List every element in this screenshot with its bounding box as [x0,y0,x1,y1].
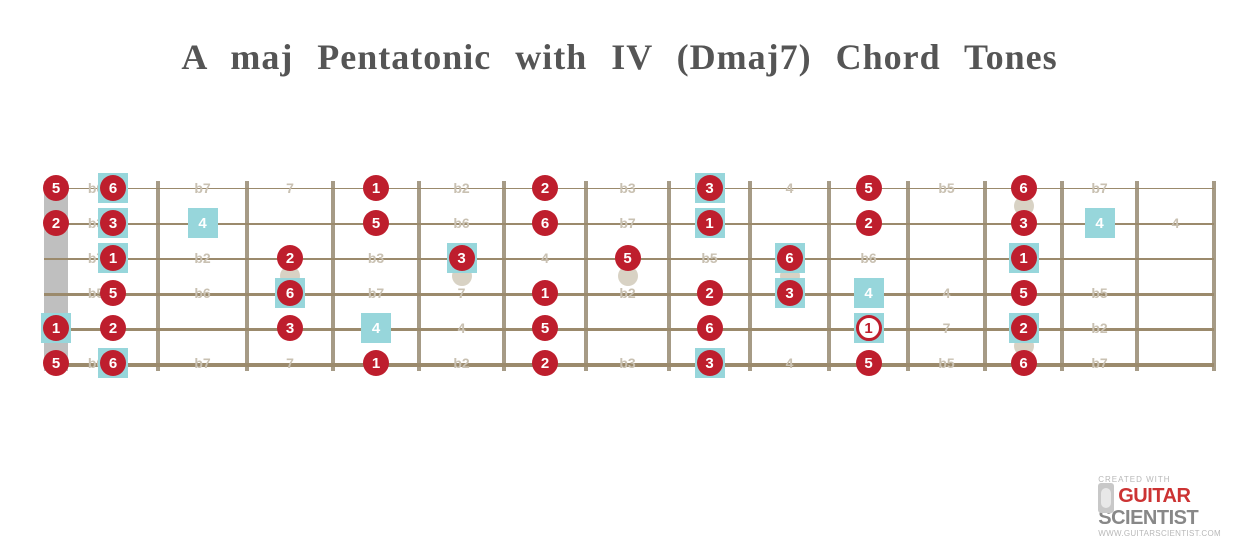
scale-note: 1 [856,315,882,341]
scale-note: 6 [100,175,126,201]
fret-wire [983,181,987,371]
scale-note: 5 [856,350,882,376]
scale-note: 1 [532,280,558,306]
fret-wire [827,181,831,371]
scale-note: 5 [363,210,389,236]
scale-note: 1 [100,245,126,271]
watermark-line: WWW.GUITARSCIENTIST.COM [1098,530,1221,538]
scale-note: 6 [697,315,723,341]
fret-wire [1212,181,1216,371]
watermark-line: SCIENTIST [1098,509,1221,528]
string-line [44,188,1214,189]
scale-note: 1 [1011,245,1037,271]
scale-note: 2 [697,280,723,306]
scale-note: 5 [43,350,69,376]
scale-note: 5 [43,175,69,201]
scale-note: 2 [100,315,126,341]
scale-note: 3 [777,280,803,306]
chord-tone-label: 4 [363,315,389,341]
scale-note: 6 [277,280,303,306]
scale-note: 6 [1011,175,1037,201]
scale-note: 6 [777,245,803,271]
scale-note: 5 [532,315,558,341]
scale-note: 1 [363,175,389,201]
scale-note: 6 [532,210,558,236]
scale-note: 2 [532,350,558,376]
fret-wire [502,181,506,371]
fret-wire [748,181,752,371]
scale-note: 3 [1011,210,1037,236]
scale-note: 5 [615,245,641,271]
chord-tone-label: 4 [1087,210,1113,236]
scale-note: 3 [697,350,723,376]
fret-wire [584,181,588,371]
string-line [44,223,1214,225]
fret-wire [906,181,910,371]
logo-icon [1098,483,1114,513]
scale-note: 5 [856,175,882,201]
diagram-title: A maj Pentatonic with IV (Dmaj7) Chord T… [0,36,1239,78]
fret-wire [667,181,671,371]
scale-note: 3 [697,175,723,201]
scale-note: 3 [100,210,126,236]
string-line [44,328,1214,331]
scale-note: 6 [1011,350,1037,376]
fret-wire [1060,181,1064,371]
chord-tone-label: 4 [856,280,882,306]
page: A maj Pentatonic with IV (Dmaj7) Chord T… [0,0,1239,556]
fretboard: b6b77b2b34b5b7b34b6b77b2b34b7b2b34b5b6b7… [44,188,1214,363]
scale-note: 3 [449,245,475,271]
scale-note: 2 [43,210,69,236]
scale-note: 2 [532,175,558,201]
chord-tone-label: 4 [190,210,216,236]
scale-note: 3 [277,315,303,341]
string-line [44,293,1214,296]
scale-note: 5 [1011,280,1037,306]
fret-wire [417,181,421,371]
scale-note: 2 [1011,315,1037,341]
string-line [44,363,1214,367]
fret-wire [156,181,160,371]
watermark-line: GUITAR [1118,486,1190,508]
scale-note: 1 [363,350,389,376]
scale-note: 1 [697,210,723,236]
scale-note: 1 [43,315,69,341]
scale-note: 5 [100,280,126,306]
scale-note: 2 [277,245,303,271]
fret-wire [245,181,249,371]
scale-note: 6 [100,350,126,376]
watermark-line: CREATED WITH [1098,476,1221,484]
fret-wire [1135,181,1139,371]
fret-wire [331,181,335,371]
watermark: CREATED WITH GUITAR SCIENTIST WWW.GUITAR… [1098,476,1221,538]
scale-note: 2 [856,210,882,236]
